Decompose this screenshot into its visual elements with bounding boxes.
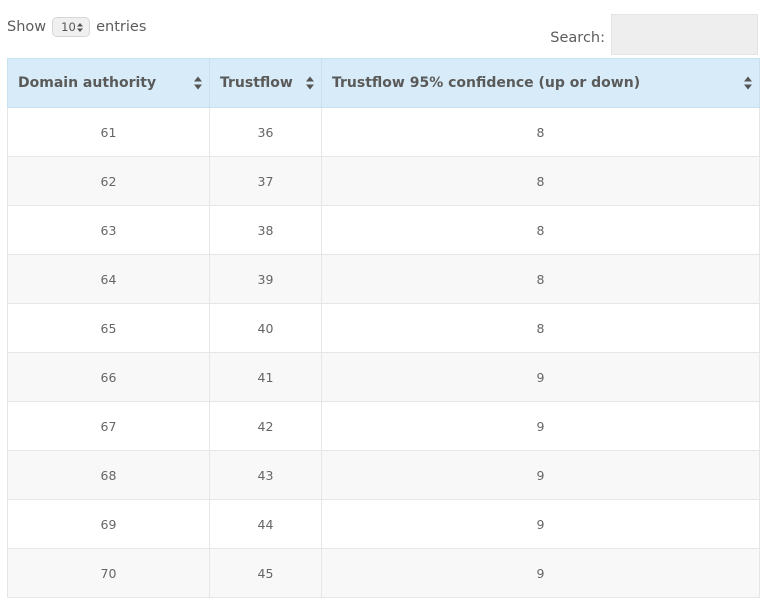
cell-domain-authority: 67 (7, 401, 210, 451)
cell-trustflow: 44 (209, 499, 322, 549)
sort-icon (194, 76, 202, 90)
cell-trustflow-confidence: 8 (321, 156, 760, 206)
search-label: Search: (550, 29, 605, 46)
search-control: Search: (550, 14, 758, 55)
cell-trustflow-confidence: 9 (321, 499, 760, 549)
cell-trustflow: 42 (209, 401, 322, 451)
cell-domain-authority: 68 (7, 450, 210, 500)
column-header-label: Trustflow (220, 75, 293, 91)
entries-per-page-value: 10 (61, 20, 76, 34)
cell-domain-authority: 69 (7, 499, 210, 549)
cell-domain-authority: 70 (7, 548, 210, 598)
table-row: 61 36 8 (7, 107, 760, 157)
table-row: 67 42 9 (7, 401, 760, 451)
column-header-domain-authority[interactable]: Domain authority (7, 58, 210, 108)
cell-trustflow-confidence: 8 (321, 107, 760, 157)
select-arrows-icon (77, 22, 84, 32)
table-row: 69 44 9 (7, 499, 760, 549)
cell-trustflow: 39 (209, 254, 322, 304)
table-controls: Show 10 entries Search: (0, 0, 766, 58)
cell-trustflow: 38 (209, 205, 322, 255)
table-row: 64 39 8 (7, 254, 760, 304)
cell-trustflow: 36 (209, 107, 322, 157)
table-row: 62 37 8 (7, 156, 760, 206)
cell-trustflow-confidence: 8 (321, 303, 760, 353)
column-header-label: Trustflow 95% confidence (up or down) (332, 75, 641, 91)
cell-trustflow: 41 (209, 352, 322, 402)
table-row: 63 38 8 (7, 205, 760, 255)
cell-trustflow-confidence: 9 (321, 352, 760, 402)
entries-label: entries (96, 19, 147, 35)
cell-trustflow: 43 (209, 450, 322, 500)
data-table: Domain authority Trustflow Trustflow 95%… (7, 58, 760, 598)
show-label: Show (7, 19, 47, 35)
table-row: 65 40 8 (7, 303, 760, 353)
cell-trustflow-confidence: 9 (321, 450, 760, 500)
table-header: Domain authority Trustflow Trustflow 95%… (7, 58, 760, 108)
table-header-row: Domain authority Trustflow Trustflow 95%… (7, 58, 760, 108)
column-header-trustflow[interactable]: Trustflow (209, 58, 322, 108)
cell-trustflow: 40 (209, 303, 322, 353)
search-input[interactable] (611, 14, 758, 55)
cell-trustflow-confidence: 8 (321, 254, 760, 304)
cell-domain-authority: 66 (7, 352, 210, 402)
entries-length-control: Show 10 entries (7, 17, 146, 37)
cell-trustflow-confidence: 8 (321, 205, 760, 255)
cell-domain-authority: 64 (7, 254, 210, 304)
cell-domain-authority: 61 (7, 107, 210, 157)
column-header-label: Domain authority (18, 75, 157, 91)
cell-trustflow: 45 (209, 548, 322, 598)
cell-trustflow: 37 (209, 156, 322, 206)
cell-domain-authority: 62 (7, 156, 210, 206)
entries-per-page-select[interactable]: 10 (52, 17, 91, 37)
cell-domain-authority: 63 (7, 205, 210, 255)
cell-domain-authority: 65 (7, 303, 210, 353)
table-row: 70 45 9 (7, 548, 760, 598)
cell-trustflow-confidence: 9 (321, 401, 760, 451)
cell-trustflow-confidence: 9 (321, 548, 760, 598)
table-body: 61 36 8 62 37 8 63 38 8 64 39 8 65 40 8 … (7, 107, 760, 598)
sort-icon (306, 76, 314, 90)
sort-icon (744, 76, 752, 90)
column-header-trustflow-confidence[interactable]: Trustflow 95% confidence (up or down) (321, 58, 760, 108)
table-row: 68 43 9 (7, 450, 760, 500)
table-row: 66 41 9 (7, 352, 760, 402)
